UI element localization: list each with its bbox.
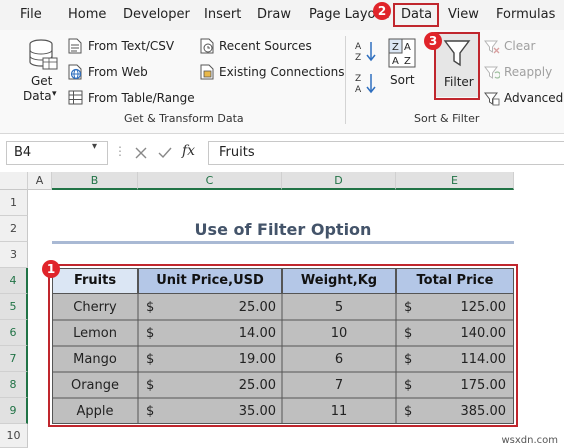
row-header-2[interactable]: 2	[0, 216, 28, 242]
clear-button[interactable]: Clear	[484, 38, 560, 56]
row-header-3[interactable]: 3	[0, 242, 28, 268]
from-text-csv-button[interactable]: From Text/CSV	[68, 37, 193, 55]
from-table-range-button[interactable]: From Table/Range	[68, 89, 195, 107]
tab-draw[interactable]: Draw	[257, 7, 291, 22]
row-header-9[interactable]: 9	[0, 398, 28, 424]
from-table-range-label: From Table/Range	[88, 91, 195, 105]
tab-insert[interactable]: Insert	[204, 7, 241, 22]
tab-formulas[interactable]: Formulas	[496, 7, 555, 22]
clear-filter-icon	[484, 40, 500, 54]
sort-button[interactable]: Z A A Z Sort	[384, 38, 420, 94]
callout-badge-3: 3	[424, 32, 442, 50]
sort-z-to-a-button[interactable]: Z A	[354, 72, 378, 94]
advanced-button[interactable]: Advanced	[484, 90, 564, 108]
get-transform-group-label: Get & Transform Data	[124, 112, 244, 125]
dataset-highlight	[48, 264, 518, 427]
get-data-button[interactable]: Get Data ▾	[14, 36, 68, 108]
formula-input[interactable]: Fruits	[208, 141, 564, 165]
connections-icon	[200, 64, 214, 80]
existing-connections-label: Existing Connections	[219, 65, 345, 79]
sort-label: Sort	[390, 73, 415, 87]
row-header-5[interactable]: 5	[0, 294, 28, 320]
sort-dialog-icon: Z A A Z	[388, 38, 416, 68]
chevron-down-icon: ▾	[52, 89, 57, 99]
more-options-icon: ⋮	[114, 144, 126, 158]
get-data-label-1: Get	[31, 74, 53, 88]
get-data-label-2: Data	[23, 89, 52, 103]
watermark: wsxdn.com	[501, 435, 558, 446]
row-header-4[interactable]: 4	[0, 268, 28, 294]
svg-text:Z: Z	[355, 74, 361, 84]
recent-sources-button[interactable]: Recent Sources	[200, 37, 340, 55]
reapply-button[interactable]: Reapply	[484, 64, 560, 82]
chevron-down-icon[interactable]: ▾	[92, 141, 97, 152]
column-header-d[interactable]: D	[282, 172, 396, 190]
from-text-csv-label: From Text/CSV	[88, 39, 175, 53]
sort-filter-group-label: Sort & Filter	[414, 112, 480, 125]
tab-file[interactable]: File	[20, 7, 42, 22]
recent-sources-label: Recent Sources	[219, 39, 312, 53]
sort-a-to-z-button[interactable]: A Z	[354, 40, 378, 62]
ribbon: Get Data ▾ From Text/CSV From Web From T…	[0, 30, 564, 134]
column-header-b[interactable]: B	[52, 172, 138, 190]
tab-view[interactable]: View	[448, 7, 479, 22]
tab-developer[interactable]: Developer	[123, 7, 190, 22]
cancel-icon[interactable]	[134, 146, 148, 160]
globe-icon	[68, 64, 82, 80]
column-header-c[interactable]: C	[138, 172, 282, 190]
svg-text:Z: Z	[355, 53, 361, 62]
formula-bar: B4 ▾ ⋮ fx Fruits	[0, 136, 564, 170]
clear-label: Clear	[504, 39, 536, 53]
enter-check-icon[interactable]	[158, 146, 172, 160]
data-tab-highlight	[393, 3, 439, 27]
row-header-6[interactable]: 6	[0, 320, 28, 346]
callout-badge-2: 2	[373, 2, 391, 20]
svg-text:Z: Z	[392, 42, 399, 53]
clock-icon	[200, 38, 214, 54]
title-underline	[52, 241, 514, 244]
row-header-8[interactable]: 8	[0, 372, 28, 398]
from-web-button[interactable]: From Web	[68, 63, 193, 81]
column-header-e[interactable]: E	[396, 172, 514, 190]
select-all-corner[interactable]	[0, 172, 28, 190]
sort-descending-icon: Z A	[355, 74, 376, 94]
callout-badge-1: 1	[42, 260, 60, 278]
ribbon-separator	[345, 36, 346, 124]
advanced-label: Advanced	[504, 91, 564, 105]
reapply-icon	[484, 66, 500, 79]
reapply-label: Reapply	[504, 65, 553, 79]
existing-connections-button[interactable]: Existing Connections	[200, 63, 345, 81]
row-header-10[interactable]: 10	[0, 424, 28, 448]
insert-function-icon[interactable]: fx	[182, 143, 195, 159]
text-file-icon	[68, 38, 82, 54]
svg-text:A: A	[355, 42, 362, 52]
menu-bar: File Home Developer Insert Draw Page Lay…	[0, 0, 564, 30]
svg-text:Z: Z	[404, 56, 411, 67]
svg-text:A: A	[392, 56, 399, 67]
database-icon	[29, 39, 58, 70]
tab-home[interactable]: Home	[68, 7, 106, 22]
row-header-7[interactable]: 7	[0, 346, 28, 372]
row-header-1[interactable]: 1	[0, 190, 28, 216]
sort-ascending-icon: A Z	[355, 42, 376, 62]
sheet-title[interactable]: Use of Filter Option	[52, 218, 514, 242]
column-header-a[interactable]: A	[28, 172, 52, 190]
svg-text:A: A	[404, 42, 411, 53]
advanced-filter-icon	[484, 92, 500, 106]
formula-controls: fx	[128, 141, 204, 165]
table-icon	[68, 90, 83, 105]
svg-text:A: A	[355, 85, 362, 94]
from-web-label: From Web	[88, 65, 148, 79]
spreadsheet-grid: A B C D E 1 2 3 4 5 6 7 8 9 10 Use of Fi…	[0, 172, 564, 448]
